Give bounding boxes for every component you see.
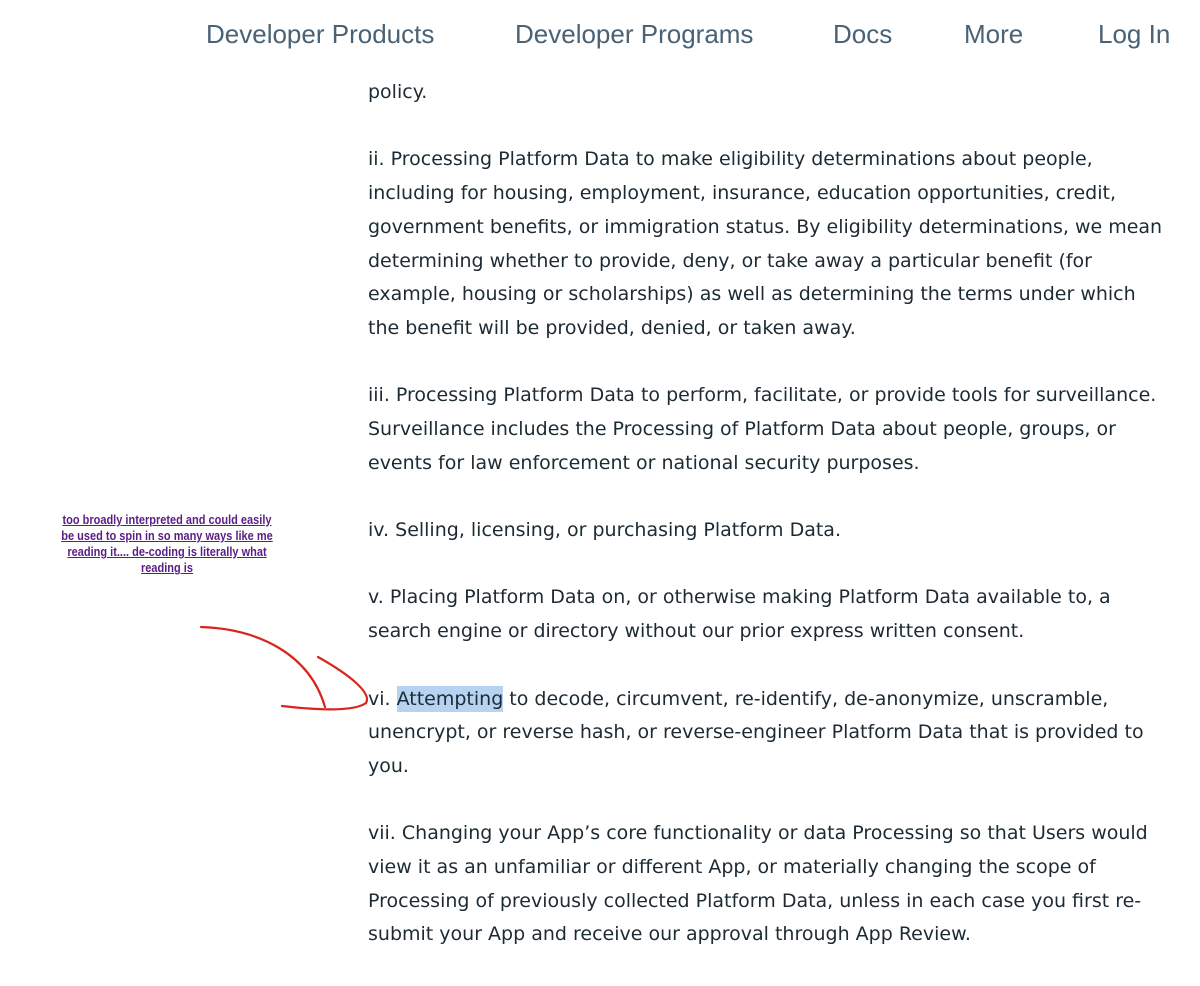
annotation-note: too broadly interpreted and could easily… xyxy=(61,513,273,575)
policy-paragraph-tail: policy. xyxy=(368,81,428,103)
highlighted-text-selection[interactable]: Attempting xyxy=(396,685,504,712)
policy-item-iv: iv. Selling, licensing, or purchasing Pl… xyxy=(368,519,841,542)
policy-content: policy. ii. Processing Platform Data to … xyxy=(368,76,1168,986)
nav-developer-programs[interactable]: Developer Programs xyxy=(515,14,753,54)
policy-item-ii: ii. Processing Platform Data to make eli… xyxy=(368,148,1163,339)
nav-developer-products[interactable]: Developer Products xyxy=(206,14,434,54)
policy-item-iii: iii. Processing Platform Data to perform… xyxy=(368,384,1157,474)
top-navigation: Developer Products Developer Programs Do… xyxy=(0,0,1200,66)
arrow-head-upper xyxy=(316,655,369,705)
policy-item-v: v. Placing Platform Data on, or otherwis… xyxy=(368,586,1111,643)
policy-item-vi: vi. Attempting to decode, circumvent, re… xyxy=(368,683,1168,784)
nav-docs[interactable]: Docs xyxy=(833,14,892,54)
nav-log-in[interactable]: Log In xyxy=(1098,14,1170,54)
arrow-shaft xyxy=(199,625,327,709)
hand-drawn-arrow-icon xyxy=(199,625,369,711)
nav-more[interactable]: More xyxy=(964,14,1023,54)
